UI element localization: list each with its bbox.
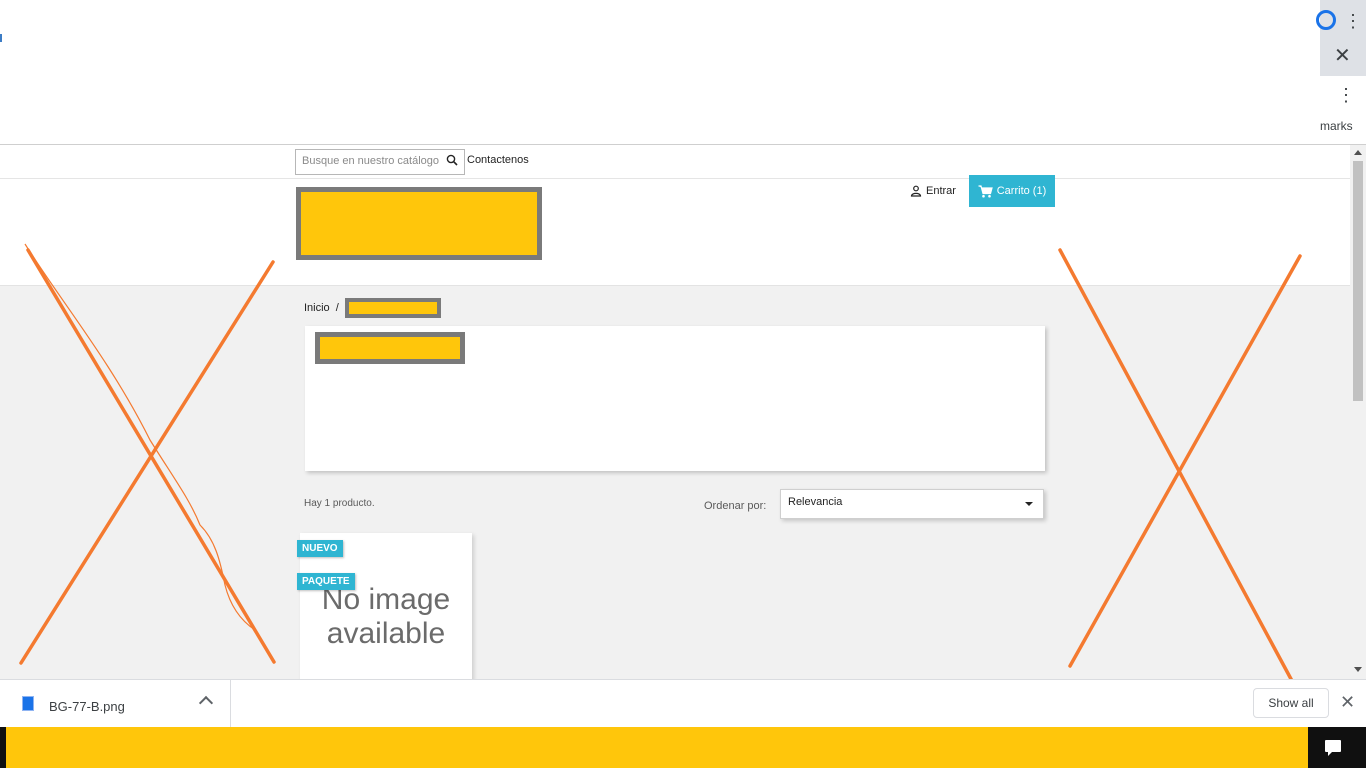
close-icon[interactable]: ✕ <box>1340 693 1355 711</box>
redacted-browser-toolbar <box>2 4 1320 76</box>
badge-pack: PAQUETE <box>297 573 355 590</box>
breadcrumb-home[interactable]: Inicio <box>304 302 330 314</box>
breadcrumb: Inicio / <box>304 298 441 318</box>
login-label: Entrar <box>926 185 956 197</box>
no-image-line-2: available <box>326 617 446 650</box>
search-icon[interactable] <box>446 154 458 166</box>
sort-selected-value: Relevancia <box>788 496 843 508</box>
header-nav <box>0 145 1350 179</box>
profile-icon[interactable] <box>1316 10 1336 30</box>
notification-icon[interactable] <box>1325 740 1341 756</box>
web-page: Contactenos Entrar Carrito (1) Inicio / … <box>0 145 1350 679</box>
shopping-cart-icon <box>978 184 993 197</box>
sort-select[interactable]: Relevancia <box>780 489 1044 519</box>
redacted-breadcrumb-current <box>344 298 441 318</box>
download-item[interactable]: BG-77-B.png <box>0 680 231 728</box>
redacted-category-title <box>315 332 465 364</box>
redacted-logo[interactable] <box>296 187 542 260</box>
browser-menu-icon[interactable]: ⋮ <box>1344 12 1362 30</box>
scroll-up-arrow-icon[interactable] <box>1354 150 1362 155</box>
sort-label: Ordenar por: <box>704 500 767 512</box>
show-all-button[interactable]: Show all <box>1253 688 1329 718</box>
search-box[interactable] <box>295 149 465 175</box>
scroll-down-arrow-icon[interactable] <box>1354 667 1362 672</box>
tab-edge <box>0 34 2 42</box>
login-link[interactable]: Entrar <box>910 185 956 197</box>
taskbar <box>0 727 1366 768</box>
search-input[interactable] <box>296 150 442 172</box>
product-image-placeholder[interactable]: No image available <box>300 583 472 651</box>
caret-down-icon <box>1025 502 1033 506</box>
download-file-name: BG-77-B.png <box>49 699 125 714</box>
content-area: Inicio / Hay 1 producto. Ordenar por: Re… <box>0 285 1350 679</box>
bookmarks-label[interactable]: marks <box>1320 119 1353 133</box>
close-icon[interactable]: ✕ <box>1334 46 1351 66</box>
download-shelf: BG-77-B.png Show all ✕ <box>0 679 1366 728</box>
user-icon <box>910 185 922 197</box>
badge-new: NUEVO <box>297 540 343 557</box>
category-description <box>305 326 1045 471</box>
chevron-up-icon[interactable] <box>198 695 214 711</box>
cart-label: Carrito (1) <box>996 185 1047 197</box>
product-count: Hay 1 producto. <box>304 498 375 509</box>
contact-link[interactable]: Contactenos <box>467 154 529 166</box>
scroll-thumb[interactable] <box>1353 161 1363 401</box>
cart-button[interactable]: Carrito (1) <box>969 175 1055 207</box>
redacted-taskbar <box>6 727 1308 768</box>
extensions-menu-icon[interactable]: ⋮ <box>1337 86 1355 104</box>
breadcrumb-separator: / <box>335 302 339 314</box>
image-file-icon <box>22 696 34 711</box>
page-scrollbar[interactable] <box>1350 145 1366 679</box>
